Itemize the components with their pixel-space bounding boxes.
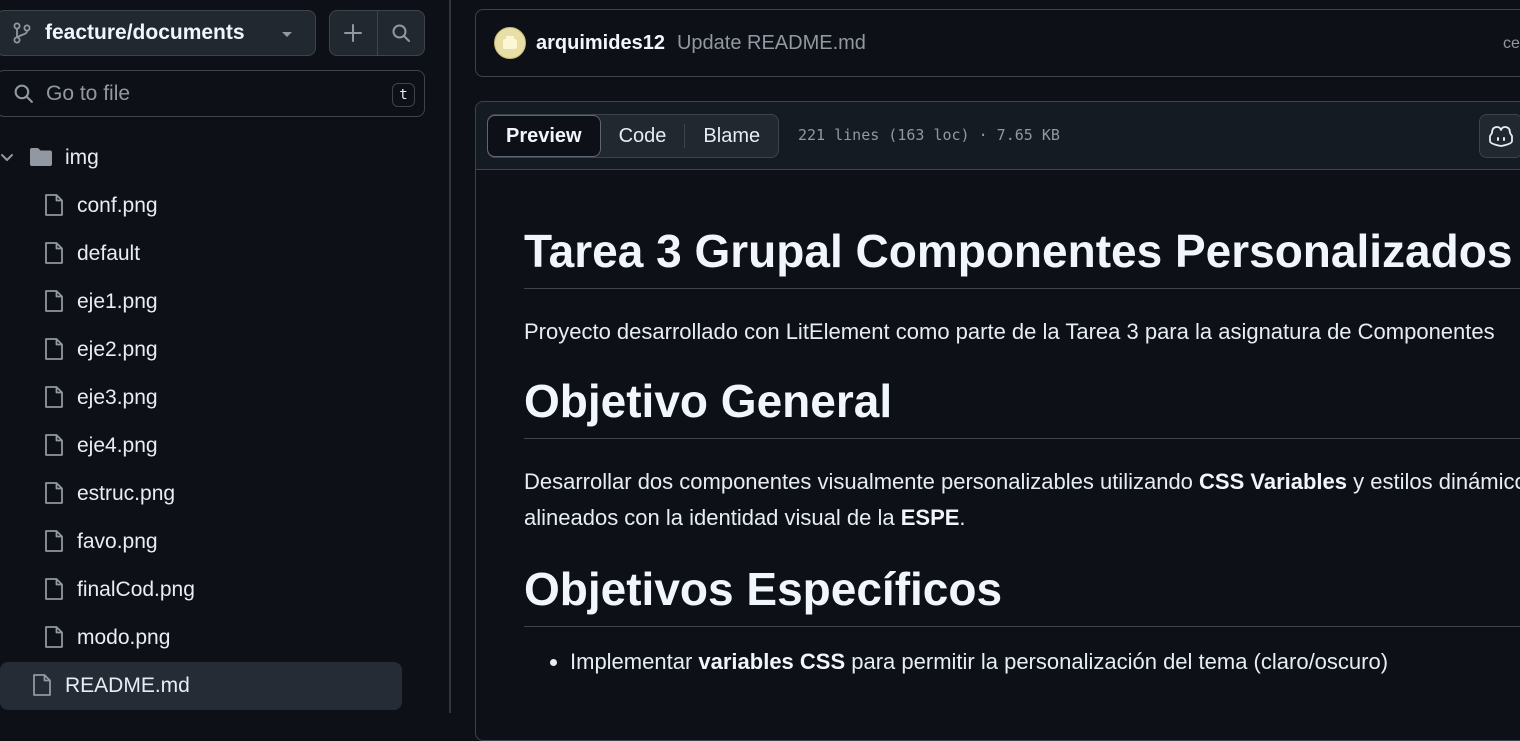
file-icon	[44, 529, 64, 553]
file-icon	[44, 337, 64, 361]
file-icon	[32, 673, 52, 697]
go-to-file-input[interactable]: Go to file t	[0, 70, 425, 117]
heading-objetivos-especificos: Objetivos Específicos	[524, 562, 1520, 627]
copilot-icon	[1488, 125, 1514, 147]
file-name: eje4.png	[77, 434, 158, 457]
commit-author-link[interactable]: arquimides12	[536, 32, 665, 55]
file-viewer: Preview Code Blame 221 lines (163 loc) ·…	[475, 101, 1520, 741]
search-code-button[interactable]	[378, 11, 425, 55]
tree-file-item[interactable]: favo.png	[0, 518, 449, 566]
file-icon	[44, 433, 64, 457]
file-actions-group	[329, 10, 425, 56]
file-size-info: 221 lines (163 loc) · 7.65 KB	[798, 126, 1060, 144]
tree-file-item[interactable]: eje3.png	[0, 374, 449, 422]
file-tree: img conf.png default eje1.png eje2.png eje3.…	[0, 134, 449, 710]
branch-name: feacture/documents	[45, 21, 245, 44]
list-item: Implementar variables CSS para permitir …	[570, 649, 1520, 675]
tree-folder-img[interactable]: img	[0, 134, 449, 182]
text-run: y estilos dinámicos	[1347, 469, 1520, 494]
file-icon	[44, 289, 64, 313]
keyboard-shortcut-hint: t	[392, 83, 415, 107]
commit-message-link[interactable]: Update README.md	[677, 32, 866, 55]
git-branch-icon	[13, 22, 31, 44]
caret-down-icon	[281, 31, 293, 39]
file-name: default	[77, 242, 141, 265]
bold-text: variables CSS	[698, 649, 846, 674]
tree-file-item[interactable]: estruc.png	[0, 470, 449, 518]
tree-file-item[interactable]: conf.png	[0, 182, 449, 230]
bold-text: CSS Variables	[1199, 469, 1348, 494]
objetivo-paragraph: Desarrollar dos componentes visualmente …	[524, 464, 1520, 536]
file-name: estruc.png	[77, 482, 176, 505]
file-name: finalCod.png	[77, 578, 195, 601]
file-name: eje2.png	[77, 338, 158, 361]
avatar[interactable]	[494, 27, 526, 59]
add-file-button[interactable]	[330, 11, 378, 55]
sidebar-resize-handle[interactable]	[449, 0, 451, 713]
objectives-list: Implementar variables CSS para permitir …	[524, 649, 1520, 675]
file-name: README.md	[65, 674, 190, 697]
heading-objetivo-general: Objetivo General	[524, 374, 1520, 439]
readme-title: Tarea 3 Grupal Componentes Personalizado…	[524, 224, 1520, 289]
go-to-file-placeholder: Go to file	[46, 81, 131, 105]
text-run: Desarrollar dos componentes visualmente …	[524, 469, 1200, 494]
file-icon	[44, 241, 64, 265]
file-icon	[44, 385, 64, 409]
commit-hash-text[interactable]: ce	[1503, 35, 1520, 53]
file-tree-sidebar: feacture/documents Go to file t img conf…	[0, 0, 449, 713]
tree-file-item[interactable]: eje4.png	[0, 422, 449, 470]
file-icon	[44, 577, 64, 601]
tree-file-readme[interactable]: README.md	[0, 662, 402, 710]
file-header: Preview Code Blame 221 lines (163 loc) ·…	[476, 102, 1520, 170]
tab-code[interactable]: Code	[601, 115, 685, 157]
bold-text: ESPE	[900, 505, 960, 530]
folder-name: img	[65, 146, 99, 169]
text-run: Implementar	[570, 649, 699, 674]
intro-paragraph: Proyecto desarrollado con LitElement com…	[524, 319, 1495, 344]
text-run: para permitir la personalización del tem…	[845, 649, 1389, 674]
tree-file-item[interactable]: eje2.png	[0, 326, 449, 374]
plus-icon	[343, 23, 363, 43]
copilot-button[interactable]	[1479, 114, 1520, 158]
latest-commit-bar: arquimides12 Update README.md ce	[475, 9, 1520, 77]
tree-file-item[interactable]: modo.png	[0, 614, 449, 662]
view-mode-switch: Preview Code Blame	[487, 114, 780, 158]
file-name: modo.png	[77, 626, 171, 649]
file-icon	[44, 625, 64, 649]
tab-blame[interactable]: Blame	[685, 115, 778, 157]
file-name: favo.png	[77, 530, 158, 553]
file-name: conf.png	[77, 194, 158, 217]
search-icon	[13, 83, 34, 104]
text-run: alineados con la identidad visual de la	[524, 505, 901, 530]
readme-content: Tarea 3 Grupal Componentes Personalizado…	[524, 170, 1520, 675]
tab-preview[interactable]: Preview	[487, 115, 601, 157]
tree-file-item[interactable]: default	[0, 230, 449, 278]
file-name: eje1.png	[77, 290, 158, 313]
branch-selector-button[interactable]: feacture/documents	[0, 10, 316, 56]
folder-icon	[29, 147, 53, 167]
search-icon	[391, 23, 411, 43]
text-run: .	[959, 505, 966, 530]
chevron-down-icon	[0, 151, 14, 165]
tree-file-item[interactable]: finalCod.png	[0, 566, 449, 614]
file-name: eje3.png	[77, 386, 158, 409]
file-icon	[44, 481, 64, 505]
file-icon	[44, 193, 64, 217]
tree-file-item[interactable]: eje1.png	[0, 278, 449, 326]
